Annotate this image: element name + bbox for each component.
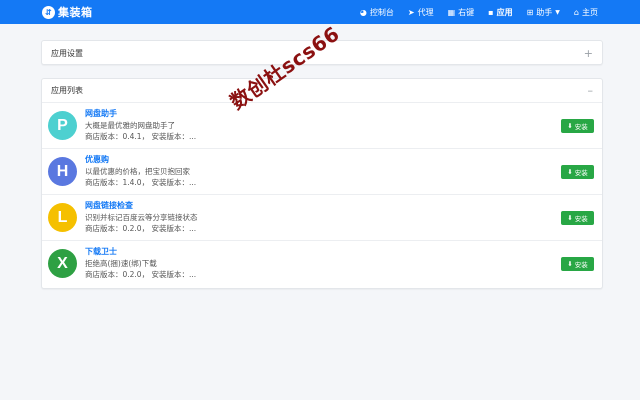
nav-label: 助手 (536, 7, 553, 17)
app-row: L 网盘链接检查 识别并标记百度云等分享链接状态 商店版本：0.2.0， 安装版… (42, 195, 602, 241)
nav-item-proxy[interactable]: ➤ 代理 (408, 7, 434, 18)
app-name-link[interactable]: 优惠购 (85, 154, 505, 166)
app-avatar-icon: X (48, 249, 77, 278)
cubes-icon: ▦ (447, 7, 456, 17)
install-button[interactable]: ⬇ 安装 (561, 257, 594, 271)
nav-item-apps[interactable]: ▪ 应用 (488, 7, 512, 18)
collapse-icon[interactable]: – (588, 84, 594, 97)
app-description: 识别并标记百度云等分享链接状态 (85, 213, 198, 222)
app-version: 商店版本：0.2.0， 安装版本：... (85, 270, 197, 279)
download-icon: ⬇ (567, 168, 573, 176)
card-title: 应用列表 (51, 86, 83, 95)
install-button[interactable]: ⬇ 安装 (561, 119, 594, 133)
apps-card-header[interactable]: 应用列表 – (42, 79, 602, 103)
plus-square-icon: ⊞ (526, 7, 534, 17)
app-name-link[interactable]: 网盘助手 (85, 108, 505, 120)
app-info: 网盘助手 大概是最优雅的网盘助手了 商店版本：0.4.1， 安装版本：... (85, 108, 505, 142)
app-row: X 下载卫士 拒绝高(捆)速(绑)下载 商店版本：0.2.0， 安装版本：...… (42, 241, 602, 287)
install-label: 安装 (574, 123, 588, 131)
paper-plane-icon: ➤ (407, 7, 415, 17)
app-description: 大概是最优雅的网盘助手了 (85, 121, 175, 130)
app-version: 商店版本：0.2.0， 安装版本：... (85, 224, 197, 233)
app-avatar-icon: L (48, 203, 77, 232)
dashboard-icon: ◕ (359, 7, 367, 17)
caret-down-icon: ▼ (555, 8, 560, 16)
install-label: 安装 (574, 215, 588, 223)
install-button[interactable]: ⬇ 安装 (561, 211, 594, 225)
card-title: 应用设置 (51, 48, 83, 58)
home-icon: ⌂ (573, 7, 579, 17)
app-info: 网盘链接检查 识别并标记百度云等分享链接状态 商店版本：0.2.0， 安装版本：… (85, 200, 505, 234)
nav-label: 控制台 (369, 7, 394, 17)
nav-label: 右键 (458, 7, 475, 17)
download-icon: ⬇ (567, 122, 573, 130)
nav-label: 应用 (496, 7, 513, 17)
app-row: P 网盘助手 大概是最优雅的网盘助手了 商店版本：0.4.1， 安装版本：...… (42, 103, 602, 149)
app-avatar-icon: P (48, 111, 77, 140)
nav-label: 代理 (417, 7, 434, 17)
app-info: 下载卫士 拒绝高(捆)速(绑)下载 商店版本：0.2.0， 安装版本：... (85, 246, 505, 280)
app-description: 以最优惠的价格，把宝贝抱回家 (85, 167, 190, 176)
install-label: 安装 (574, 169, 588, 177)
install-label: 安装 (574, 261, 588, 269)
expand-icon[interactable]: + (584, 47, 593, 60)
download-icon: ⬇ (567, 214, 573, 222)
app-name-link[interactable]: 网盘链接检查 (85, 200, 505, 212)
app-version: 商店版本：1.4.0， 安装版本：... (85, 178, 197, 187)
top-navbar: ⇵ 集装箱 ◕ 控制台 ➤ 代理 ▦ 右键 ▪ 应用 ⊞ 助手 ▼ ⌂ 主页 (0, 0, 640, 24)
logo-icon: ⇵ (42, 5, 55, 19)
app-version: 商店版本：0.4.1， 安装版本：... (85, 132, 197, 141)
nav-item-assistant[interactable]: ⊞ 助手 ▼ (527, 7, 560, 18)
app-info: 优惠购 以最优惠的价格，把宝贝抱回家 商店版本：1.4.0， 安装版本：... (85, 154, 505, 188)
nav-menu: ◕ 控制台 ➤ 代理 ▦ 右键 ▪ 应用 ⊞ 助手 ▼ ⌂ 主页 (346, 0, 598, 24)
app-avatar-icon: H (48, 157, 77, 186)
apps-card: 应用列表 – P 网盘助手 大概是最优雅的网盘助手了 商店版本：0.4.1， 安… (41, 78, 603, 289)
brand[interactable]: ⇵ 集装箱 (42, 4, 93, 20)
apps-icon: ▪ (488, 7, 494, 17)
nav-label: 主页 (582, 7, 598, 17)
brand-name: 集装箱 (58, 6, 93, 19)
app-description: 拒绝高(捆)速(绑)下载 (85, 259, 157, 268)
nav-item-context-menu[interactable]: ▦ 右键 (448, 7, 475, 18)
download-icon: ⬇ (567, 260, 573, 268)
app-name-link[interactable]: 下载卫士 (85, 246, 505, 258)
nav-item-console[interactable]: ◕ 控制台 (360, 7, 394, 18)
app-row: H 优惠购 以最优惠的价格，把宝贝抱回家 商店版本：1.4.0， 安装版本：..… (42, 149, 602, 195)
nav-item-home[interactable]: ⌂ 主页 (574, 7, 598, 18)
install-button[interactable]: ⬇ 安装 (561, 165, 594, 179)
